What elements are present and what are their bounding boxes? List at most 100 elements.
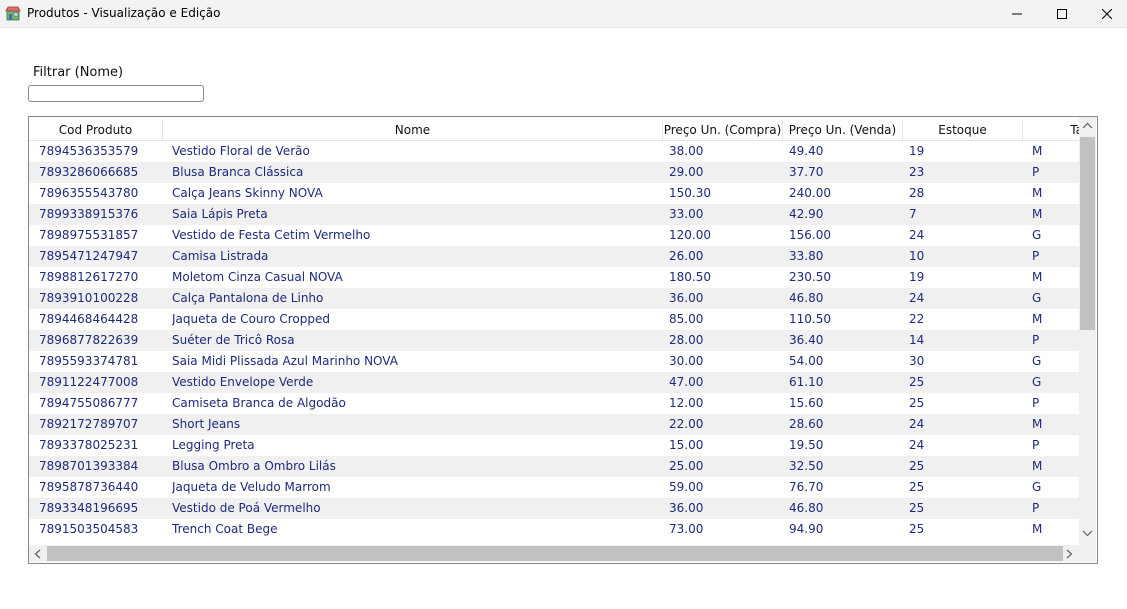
col-nome-cell[interactable]: Vestido Envelope Verde <box>172 372 663 393</box>
col-preco-compra-cell[interactable]: 29.00 <box>669 162 783 183</box>
filter-name-input[interactable] <box>28 85 204 102</box>
maximize-button[interactable] <box>1039 0 1085 27</box>
col-preco-compra-cell[interactable]: 25.00 <box>669 456 783 477</box>
col-tamanho-cell[interactable]: M <box>1032 519 1079 540</box>
col-estoque-cell[interactable]: 24 <box>909 414 1023 435</box>
col-cod-produto-cell[interactable]: 7894536353579 <box>39 141 163 162</box>
col-tamanho-cell[interactable]: P <box>1032 393 1079 414</box>
table-row[interactable]: 7892172789707 Short Jeans 22.00 28.60 24 M <box>29 414 1079 435</box>
col-preco-venda-cell[interactable]: 94.90 <box>789 519 903 540</box>
col-cod-produto-cell[interactable]: 7895878736440 <box>39 477 163 498</box>
col-nome-cell[interactable]: Short Jeans <box>172 414 663 435</box>
close-button[interactable] <box>1084 0 1127 27</box>
col-tamanho-cell[interactable]: M <box>1032 309 1079 330</box>
col-preco-compra-cell[interactable]: 38.00 <box>669 141 783 162</box>
col-cod-produto-cell[interactable]: 7891503504583 <box>39 519 163 540</box>
col-preco-compra-cell[interactable]: 150.30 <box>669 183 783 204</box>
col-preco-compra-cell[interactable]: 28.00 <box>669 330 783 351</box>
col-preco-venda-cell[interactable]: 32.50 <box>789 456 903 477</box>
col-estoque-cell[interactable]: 25 <box>909 477 1023 498</box>
horizontal-scrollbar[interactable] <box>29 545 1079 562</box>
col-nome-cell[interactable]: Saia Midi Plissada Azul Marinho NOVA <box>172 351 663 372</box>
table-row[interactable]: 7893910100228 Calça Pantalona de Linho 36.… <box>29 288 1079 309</box>
col-tamanho-cell[interactable]: G <box>1032 477 1079 498</box>
col-cod-produto-cell[interactable]: 7898812617270 <box>39 267 163 288</box>
table-row[interactable]: 7899338915376 Saia Lápis Preta 33.00 42.90 7… <box>29 204 1079 225</box>
horizontal-scroll-thumb[interactable] <box>47 546 1063 561</box>
col-cod-produto-cell[interactable]: 7893286066685 <box>39 162 163 183</box>
table-row[interactable]: 7893378025231 Legging Preta 15.00 19.50 24 P <box>29 435 1079 456</box>
col-preco-compra-cell[interactable]: 36.00 <box>669 288 783 309</box>
table-row[interactable]: 7898701393384 Blusa Ombro a Ombro Lilás 25… <box>29 456 1079 477</box>
col-preco-venda-cell[interactable]: 15.60 <box>789 393 903 414</box>
col-nome-cell[interactable]: Legging Preta <box>172 435 663 456</box>
table-row[interactable]: 7898812617270 Moletom Cinza Casual NOVA 18… <box>29 267 1079 288</box>
scroll-down-icon[interactable] <box>1082 530 1093 537</box>
col-tamanho-cell[interactable]: M <box>1032 414 1079 435</box>
col-estoque-cell[interactable]: 22 <box>909 309 1023 330</box>
col-tamanho-cell[interactable]: P <box>1032 162 1079 183</box>
col-estoque-cell[interactable]: 14 <box>909 330 1023 351</box>
col-estoque-cell[interactable]: 25 <box>909 498 1023 519</box>
col-tamanho-header[interactable]: Tam <box>1023 120 1079 140</box>
col-nome-cell[interactable]: Saia Lápis Preta <box>172 204 663 225</box>
col-preco-compra-header[interactable]: Preço Un. (Compra) <box>663 120 783 140</box>
col-preco-venda-cell[interactable]: 110.50 <box>789 309 903 330</box>
table-row[interactable]: 7896355543780 Calça Jeans Skinny NOVA 150.… <box>29 183 1079 204</box>
table-row[interactable]: 7893348196695 Vestido de Poá Vermelho 36.0… <box>29 498 1079 519</box>
col-preco-compra-cell[interactable]: 180.50 <box>669 267 783 288</box>
table-row[interactable]: 7894536353579 Vestido Floral de Verão 38.0… <box>29 141 1079 162</box>
table-row[interactable]: 7895593374781 Saia Midi Plissada Azul Mar… <box>29 351 1079 372</box>
scroll-right-icon[interactable] <box>1066 549 1073 559</box>
col-tamanho-cell[interactable]: M <box>1032 204 1079 225</box>
minimize-button[interactable] <box>994 0 1040 27</box>
col-cod-produto-cell[interactable]: 7896877822639 <box>39 330 163 351</box>
col-tamanho-cell[interactable]: P <box>1032 246 1079 267</box>
col-nome-cell[interactable]: Jaqueta de Veludo Marrom <box>172 477 663 498</box>
col-preco-compra-cell[interactable]: 85.00 <box>669 309 783 330</box>
col-cod-produto-cell[interactable]: 7893348196695 <box>39 498 163 519</box>
col-preco-compra-cell[interactable]: 59.00 <box>669 477 783 498</box>
col-nome-cell[interactable]: Camiseta Branca de Algodão <box>172 393 663 414</box>
col-nome-header[interactable]: Nome <box>163 120 663 140</box>
col-preco-venda-cell[interactable]: 230.50 <box>789 267 903 288</box>
col-preco-compra-cell[interactable]: 120.00 <box>669 225 783 246</box>
col-tamanho-cell[interactable]: M <box>1032 141 1079 162</box>
col-cod-produto-cell[interactable]: 7899338915376 <box>39 204 163 225</box>
col-preco-compra-cell[interactable]: 47.00 <box>669 372 783 393</box>
table-row[interactable]: 7894755086777 Camiseta Branca de Algodão 1… <box>29 393 1079 414</box>
col-estoque-cell[interactable]: 7 <box>909 204 1023 225</box>
col-estoque-cell[interactable]: 19 <box>909 267 1023 288</box>
table-row[interactable]: 7891122477008 Vestido Envelope Verde 47.00… <box>29 372 1079 393</box>
vertical-scroll-thumb[interactable] <box>1080 137 1095 330</box>
table-row[interactable]: 7894468464428 Jaqueta de Couro Cropped 85.… <box>29 309 1079 330</box>
table-row[interactable]: 7898975531857 Vestido de Festa Cetim Verm… <box>29 225 1079 246</box>
col-preco-venda-cell[interactable]: 54.00 <box>789 351 903 372</box>
col-cod-produto-cell[interactable]: 7891122477008 <box>39 372 163 393</box>
col-estoque-cell[interactable]: 10 <box>909 246 1023 267</box>
col-tamanho-cell[interactable]: P <box>1032 330 1079 351</box>
col-preco-venda-cell[interactable]: 19.50 <box>789 435 903 456</box>
col-estoque-cell[interactable]: 19 <box>909 141 1023 162</box>
col-preco-compra-cell[interactable]: 33.00 <box>669 204 783 225</box>
col-tamanho-cell[interactable]: G <box>1032 225 1079 246</box>
col-preco-compra-cell[interactable]: 73.00 <box>669 519 783 540</box>
col-preco-venda-cell[interactable]: 49.40 <box>789 141 903 162</box>
scroll-up-icon[interactable] <box>1082 122 1093 129</box>
col-tamanho-cell[interactable]: P <box>1032 435 1079 456</box>
col-cod-produto-cell[interactable]: 7895593374781 <box>39 351 163 372</box>
col-preco-venda-cell[interactable]: 28.60 <box>789 414 903 435</box>
col-estoque-cell[interactable]: 24 <box>909 435 1023 456</box>
col-preco-venda-cell[interactable]: 33.80 <box>789 246 903 267</box>
col-nome-cell[interactable]: Trench Coat Bege <box>172 519 663 540</box>
col-cod-produto-cell[interactable]: 7894755086777 <box>39 393 163 414</box>
col-preco-venda-cell[interactable]: 46.80 <box>789 288 903 309</box>
col-tamanho-cell[interactable]: M <box>1032 267 1079 288</box>
col-tamanho-cell[interactable]: M <box>1032 183 1079 204</box>
col-nome-cell[interactable]: Vestido de Festa Cetim Vermelho <box>172 225 663 246</box>
col-preco-compra-cell[interactable]: 30.00 <box>669 351 783 372</box>
table-row[interactable]: 7895471247947 Camisa Listrada 26.00 33.80 10… <box>29 246 1079 267</box>
col-cod-produto-cell[interactable]: 7892172789707 <box>39 414 163 435</box>
col-nome-cell[interactable]: Suéter de Tricô Rosa <box>172 330 663 351</box>
col-preco-venda-cell[interactable]: 37.70 <box>789 162 903 183</box>
